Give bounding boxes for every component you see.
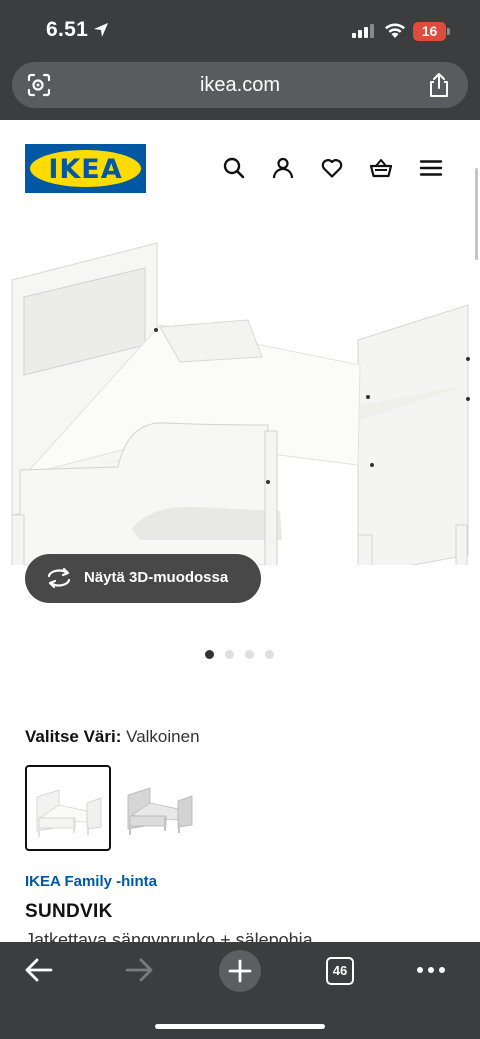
logo-oval: IKEA xyxy=(30,150,141,187)
back-arrow-icon[interactable] xyxy=(24,956,54,984)
browser-toolbar: 46 xyxy=(0,942,480,1039)
product-name: SUNDVIK xyxy=(25,901,113,922)
tabs-icon[interactable]: 46 xyxy=(326,957,354,985)
more-icon[interactable] xyxy=(416,966,446,974)
carousel-dot-3[interactable] xyxy=(245,650,254,659)
battery-cap xyxy=(447,28,450,35)
cart-icon[interactable] xyxy=(369,156,393,180)
status-bar: 6.51 16 xyxy=(0,0,480,60)
battery-indicator: 16 xyxy=(413,22,446,41)
carousel-dot-2[interactable] xyxy=(225,650,234,659)
color-swatch-grey[interactable] xyxy=(120,765,206,851)
cellular-signal-icon xyxy=(352,24,374,38)
rotate-3d-icon xyxy=(47,567,71,589)
home-indicator[interactable] xyxy=(155,1024,325,1029)
status-time: 6.51 xyxy=(46,18,89,41)
forward-arrow-icon[interactable] xyxy=(124,956,154,984)
wifi-icon xyxy=(385,23,405,38)
logo-text: IKEA xyxy=(48,154,123,185)
grey-bed-thumbnail xyxy=(127,787,193,835)
account-icon[interactable] xyxy=(271,156,295,180)
web-page: IKEA Näytä 3D-muodossa Valitse Väri: Val… xyxy=(0,120,480,942)
product-description: Jatkettava sängynrunko + sälepohja xyxy=(25,930,313,942)
url-text[interactable]: ikea.com xyxy=(12,74,468,97)
color-swatch-white[interactable] xyxy=(25,765,111,851)
carousel-dot-1[interactable] xyxy=(205,650,214,659)
view-3d-button[interactable]: Näytä 3D-muodossa xyxy=(25,554,261,603)
carousel-dot-4[interactable] xyxy=(265,650,274,659)
white-bed-thumbnail xyxy=(36,789,102,837)
product-image[interactable] xyxy=(0,235,480,565)
address-bar[interactable]: ikea.com xyxy=(12,62,468,108)
ikea-logo[interactable]: IKEA xyxy=(25,144,146,193)
menu-icon[interactable] xyxy=(419,156,443,180)
new-tab-plus-icon[interactable] xyxy=(218,949,262,993)
color-label-value: Valkoinen xyxy=(126,727,200,746)
ikea-family-price-label[interactable]: IKEA Family -hinta xyxy=(25,873,157,890)
color-label-title: Valitse Väri: xyxy=(25,727,122,746)
color-selector-label: Valitse Väri: Valkoinen xyxy=(25,727,200,747)
share-icon[interactable] xyxy=(426,71,452,99)
view-3d-label: Näytä 3D-muodossa xyxy=(84,569,229,586)
location-arrow-icon xyxy=(94,23,108,37)
heart-icon[interactable] xyxy=(320,156,344,180)
search-icon[interactable] xyxy=(222,156,246,180)
